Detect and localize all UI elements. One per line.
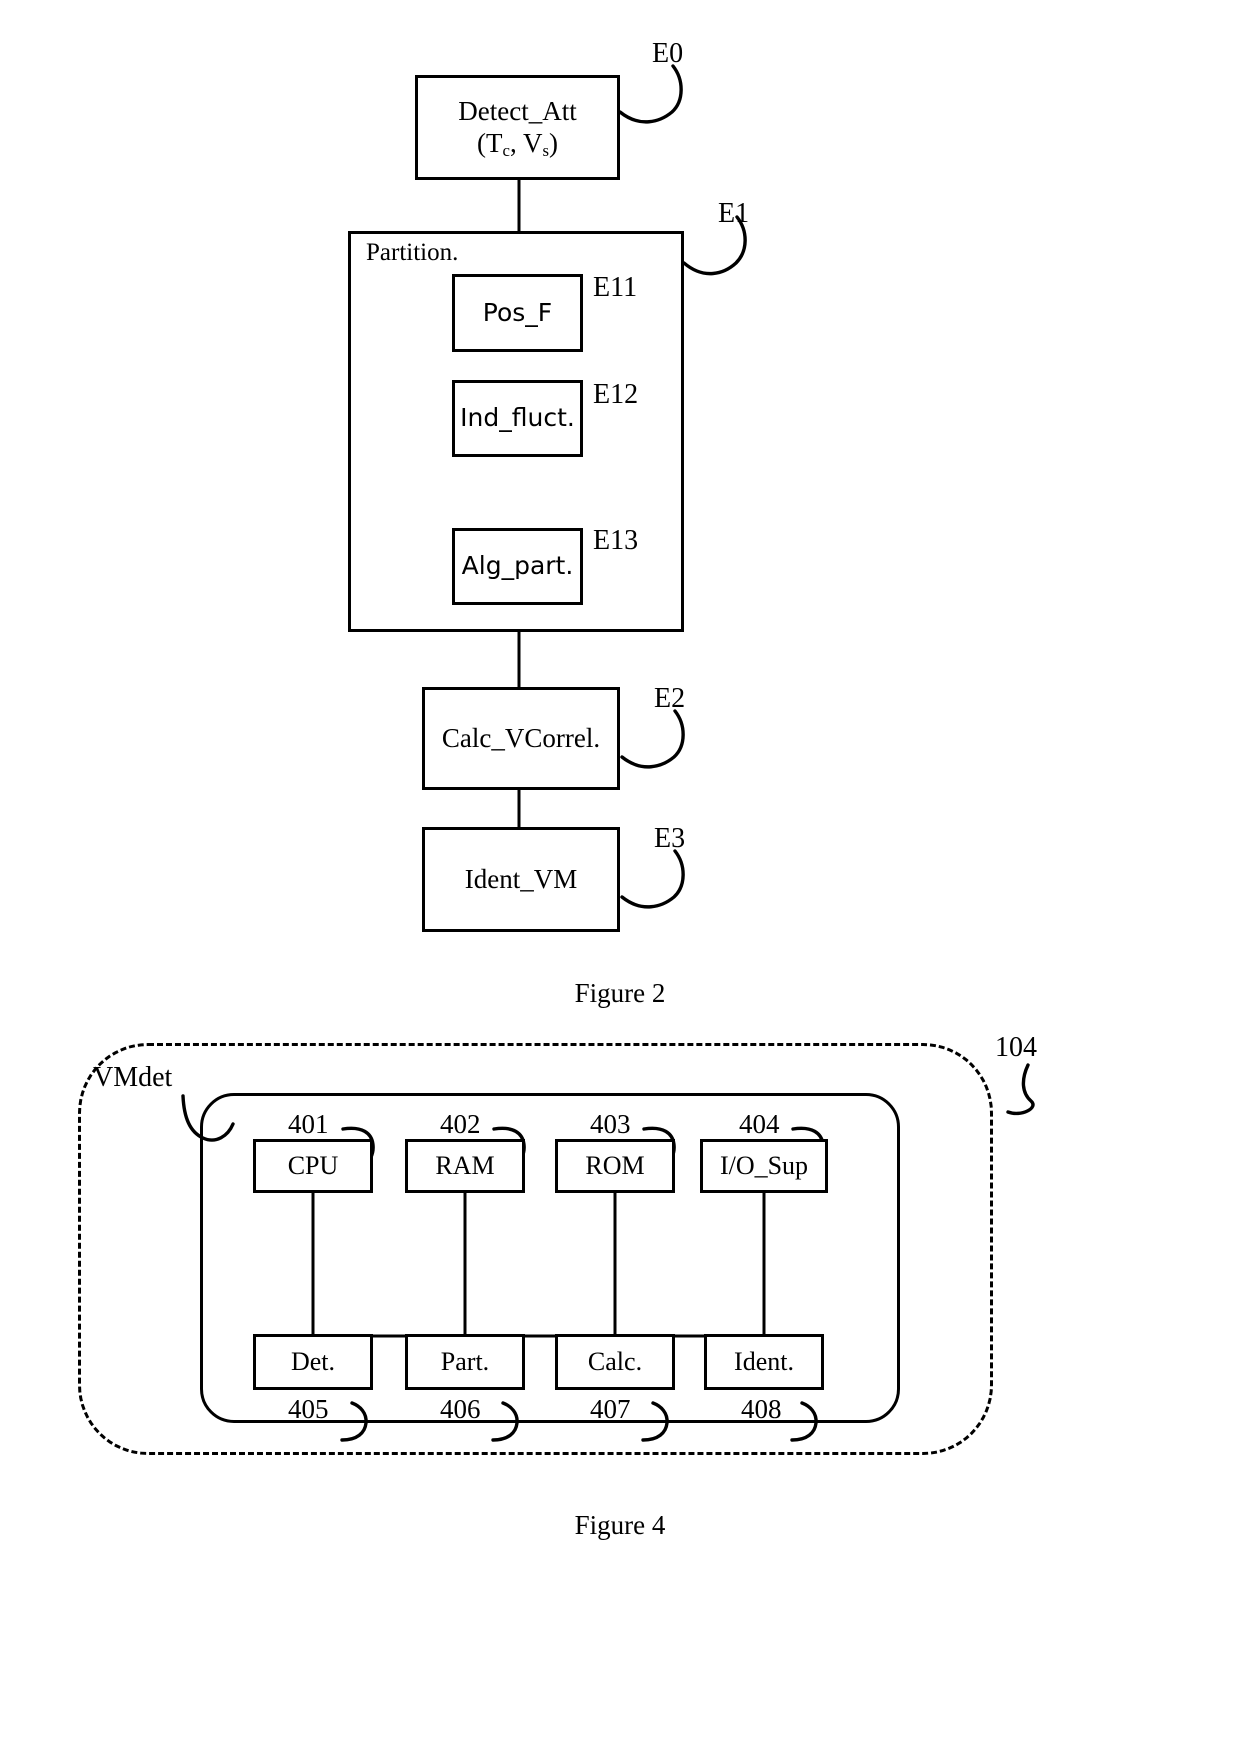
block-ident: Ident. bbox=[704, 1334, 824, 1390]
figure4-caption: Figure 4 bbox=[574, 1510, 666, 1540]
leader-vmdet bbox=[181, 1094, 235, 1142]
ref-label-404: 404 bbox=[739, 1109, 780, 1139]
block-cpu: CPU bbox=[253, 1139, 373, 1193]
leader-407 bbox=[641, 1401, 669, 1442]
block-part: Part. bbox=[405, 1334, 525, 1390]
block-det: Det. bbox=[253, 1334, 373, 1390]
ref-label-408: 408 bbox=[741, 1394, 782, 1424]
block-io-sup: I/O_Sup bbox=[700, 1139, 828, 1193]
ref-label-402: 402 bbox=[440, 1109, 481, 1139]
ref-label-406: 406 bbox=[440, 1394, 481, 1424]
leader-408 bbox=[790, 1401, 818, 1442]
ref-label-403: 403 bbox=[590, 1109, 631, 1139]
ref-label-405: 405 bbox=[288, 1394, 329, 1424]
leader-405 bbox=[340, 1401, 368, 1442]
leader-406 bbox=[491, 1401, 519, 1442]
figure4-connectors bbox=[181, 1063, 1035, 1442]
patent-figure-sheet: Detect_Att (Tc, Vs) E0 Partition. E1 Pos… bbox=[0, 0, 1240, 1747]
ref-label-407: 407 bbox=[590, 1394, 631, 1424]
block-rom: ROM bbox=[555, 1139, 675, 1193]
leader-104 bbox=[1006, 1063, 1035, 1116]
block-ram: RAM bbox=[405, 1139, 525, 1193]
ref-label-401: 401 bbox=[288, 1109, 329, 1139]
block-calc: Calc. bbox=[555, 1334, 675, 1390]
